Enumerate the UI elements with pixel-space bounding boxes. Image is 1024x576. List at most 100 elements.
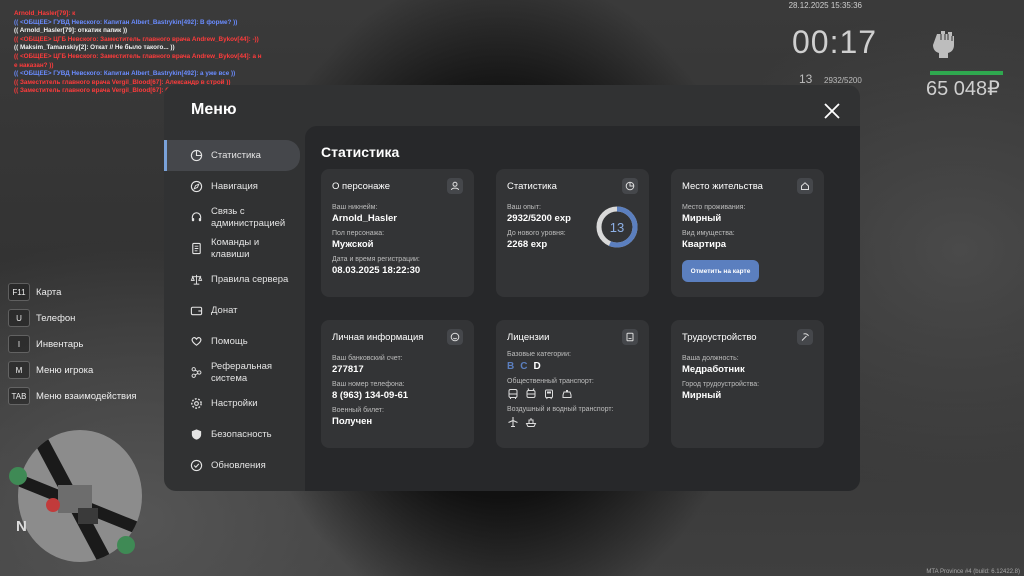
chat-line: (( <ОБЩЕЕ> ЦГБ Невского: Заместитель гла… [14, 52, 262, 60]
keybind-label: Инвентарь [36, 338, 84, 350]
pickaxe-icon [797, 329, 813, 345]
card-licenses: Лицензии Базовые категории: B C D Общест… [496, 320, 649, 448]
scales-icon [190, 274, 203, 285]
license-category-b: B [507, 361, 515, 372]
user-icon [447, 178, 463, 194]
card-residence: Место жительства Место проживания: Мирны… [671, 169, 824, 297]
sidebar-item-label: Настройки [211, 398, 258, 409]
sidebar-item-help[interactable]: Помощь [164, 326, 304, 357]
chat-line: (( <ОБЩЕЕ> ЦГБ Невского: Заместитель гла… [14, 35, 259, 43]
tram-icon [545, 389, 553, 400]
sidebar-item-label: Безопасность [211, 429, 272, 440]
phone-value: 8 (963) 134-09-61 [332, 390, 409, 401]
registration-value: 08.03.2025 18:22:30 [332, 265, 421, 276]
chat-line: (( <ОБЩЕЕ> ГУВД Невского: Капитан Albert… [14, 70, 236, 78]
sidebar-item-label: Навигация [211, 181, 258, 192]
menu-window: Меню Статистика Навигация Связь с админи… [164, 85, 860, 491]
face-icon [447, 329, 463, 345]
field-label: Город трудоустройства: [682, 381, 760, 388]
field-label: Вид имущества: [682, 230, 735, 237]
job-position-value: Медработник [682, 364, 745, 375]
sidebar-item-commands[interactable]: Команды и клавиши [164, 233, 304, 264]
minimap-blip-icon [9, 467, 27, 485]
mark-on-map-button[interactable]: Отметить на карте [682, 260, 759, 282]
public-transport-licenses [507, 388, 638, 400]
field-label: Место проживания: [682, 204, 746, 211]
compass-icon [190, 180, 203, 193]
field-label: Ваша должность: [682, 355, 739, 362]
minimap-building [78, 508, 98, 524]
card-title: Личная информация [332, 331, 424, 343]
home-icon [797, 178, 813, 194]
chat-line: е наказан? )) [14, 61, 54, 69]
sidebar-item-label: Помощь [211, 336, 248, 347]
card-title: Место жительства [682, 180, 763, 192]
sidebar-item-settings[interactable]: Настройки [164, 388, 304, 419]
keybind-list: F11 Карта U Телефон I Инвентарь M Меню игрок… [8, 279, 137, 409]
panel-title: Статистика [321, 144, 400, 160]
stats-panel: Статистика О персонаже Ваш никнейм: Arno… [305, 126, 860, 491]
headset-icon [191, 212, 202, 222]
wallet-icon [190, 306, 203, 316]
card-about: О персонаже Ваш никнейм: Arnold_Hasler П… [321, 169, 474, 297]
card-stats: Статистика Ваш опыт: 2932/5200 exp До но… [496, 169, 649, 297]
keybind-map: F11 Карта [8, 279, 137, 305]
keybind-inventory: I Инвентарь [8, 331, 137, 357]
keybind-label: Карта [36, 286, 62, 298]
field-label: Дата и время регистрации: [332, 256, 420, 263]
sidebar-item-navigation[interactable]: Навигация [164, 171, 304, 202]
keybind-label: Телефон [36, 312, 76, 324]
chat-line: (( Maksim_Tamanskiy[2]: Откат // Не было… [14, 44, 175, 52]
sidebar-item-stats[interactable]: Статистика [164, 140, 300, 171]
sidebar-item-label: Донат [211, 305, 238, 316]
chat-line: (( Arnold_Hasler[79]: откатик папик )) [14, 27, 128, 35]
heart-hand-icon [191, 337, 202, 346]
sidebar-item-donate[interactable]: Донат [164, 295, 304, 326]
hud-money: 65 048₽ [926, 78, 1000, 100]
sidebar-item-updates[interactable]: Обновления [164, 450, 304, 481]
field-label: Военный билет: [332, 407, 384, 414]
field-label: Ваш банковский счет: [332, 355, 403, 362]
field-label: Воздушный и водный транспорт: [507, 406, 614, 413]
chat-log: Arnold_Hasler[79]: к (( <ОБЩЕЕ> ГУВД Нев… [14, 10, 274, 96]
air-water-licenses [507, 416, 638, 428]
keybind-phone: U Телефон [8, 305, 137, 331]
level-value: 13 [609, 219, 625, 235]
card-personal: Личная информация Ваш банковский счет: 2… [321, 320, 474, 448]
job-city-value: Мирный [682, 390, 722, 401]
license-categories: B C D [507, 361, 638, 372]
chat-line: Arnold_Hasler[79]: к [14, 10, 76, 17]
nickname-value: Arnold_Hasler [332, 213, 397, 224]
bank-account-value: 277817 [332, 364, 364, 375]
pie-chart-icon [622, 178, 638, 194]
hud-datetime: 28.12.2025 15:35:36 [788, 1, 862, 10]
trolleybus-icon [526, 388, 536, 398]
network-icon [191, 367, 202, 378]
sidebar-item-label: Реферальная система [211, 360, 273, 384]
field-label: Пол персонажа: [332, 230, 385, 237]
sidebar-item-rules[interactable]: Правила сервера [164, 264, 304, 295]
bus-icon [508, 389, 518, 399]
close-icon[interactable] [822, 101, 842, 121]
card-job: Трудоустройство Ваша должность: Медработ… [671, 320, 824, 448]
keybind-interaction-menu: TAB Меню взаимодействия [8, 383, 137, 409]
refresh-check-icon [190, 459, 203, 472]
taxi-icon [562, 390, 572, 398]
field-label: Общественный транспорт: [507, 378, 594, 385]
minimap-hospital-icon [46, 498, 60, 512]
sidebar-item-referral[interactable]: Реферальная система [164, 357, 304, 388]
keybind-label: Меню игрока [36, 364, 94, 376]
minimap-blip-icon [117, 536, 135, 554]
license-category-d: D [533, 361, 541, 372]
key-label: TAB [8, 387, 30, 405]
card-title: Лицензии [507, 331, 550, 343]
sidebar-item-security[interactable]: Безопасность [164, 419, 304, 450]
hud-exp: 2932/5200 [824, 76, 862, 85]
key-label: U [8, 309, 30, 327]
sidebar-item-admin[interactable]: Связь с администрацией [164, 202, 304, 233]
fist-icon [933, 31, 954, 58]
sidebar-item-label: Связь с администрацией [211, 205, 286, 229]
keybind-label: Меню взаимодействия [36, 390, 137, 402]
property-value: Квартира [682, 239, 727, 250]
id-card-icon [622, 329, 638, 345]
